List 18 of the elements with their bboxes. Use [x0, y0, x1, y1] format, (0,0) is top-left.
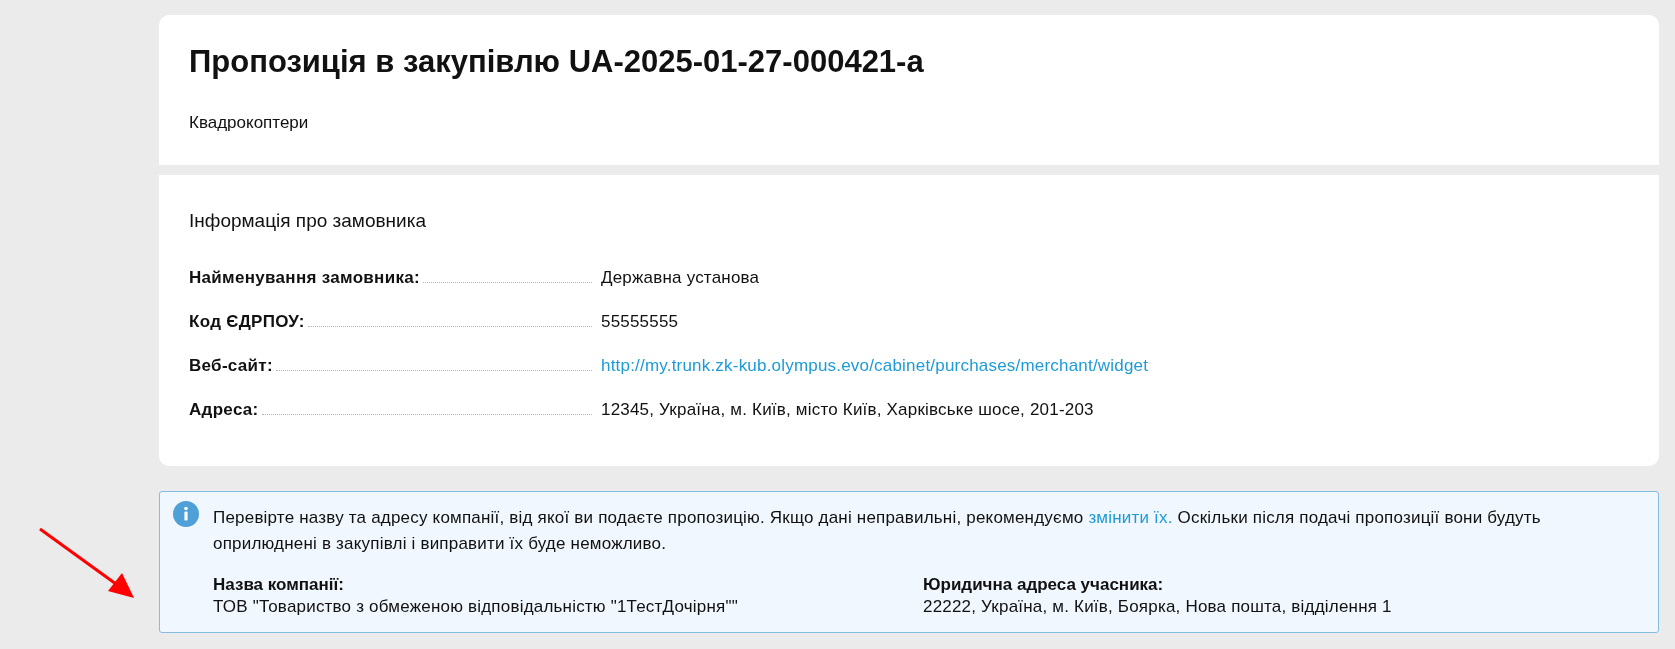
- field-label: Найменування замовника:: [189, 267, 420, 289]
- field-label: Код ЄДРПОУ:: [189, 311, 305, 333]
- info-icon: [173, 501, 199, 527]
- detail-value: 22222, Україна, м. Київ, Боярка, Нова пошта, відділення 1: [923, 596, 1392, 618]
- notice-message: Перевірте назву та адресу компанії, від якої ви подаєте пропозицію. Якщо дані неправильні, рекомендуємо змінити їх. Оскільки після подачі пропозиції вони будуть оприлюднені в закупівлі і виправити їх буде неможливо.: [213, 507, 1542, 555]
- field-value: 55555555: [601, 311, 679, 333]
- field-label: Адреса:: [189, 399, 259, 421]
- section-heading: Інформація про замовника: [189, 209, 426, 233]
- detail-label: Назва компанії:: [213, 574, 344, 596]
- page-subtitle: Квадрокоптери: [189, 112, 309, 134]
- detail-label: Юридична адреса учасника:: [923, 574, 1164, 596]
- field-label: Веб-сайт:: [189, 355, 273, 377]
- page-title: Пропозиція в закупівлю UA-2025-01-27-000421-а: [189, 44, 924, 80]
- detail-value: ТОВ "Товариство з обмеженою відповідальністю "1ТестДочірня"": [213, 596, 738, 618]
- field-value: 12345, Україна, м. Київ, місто Київ, Харківське шосе, 201-203: [601, 399, 1094, 421]
- field-value: Державна установа: [601, 267, 760, 289]
- website-link[interactable]: http://my.trunk.zk-kub.olympus.evo/cabinet/purchases/merchant/widget: [601, 354, 1149, 378]
- change-link[interactable]: змінити їх.: [1088, 508, 1173, 527]
